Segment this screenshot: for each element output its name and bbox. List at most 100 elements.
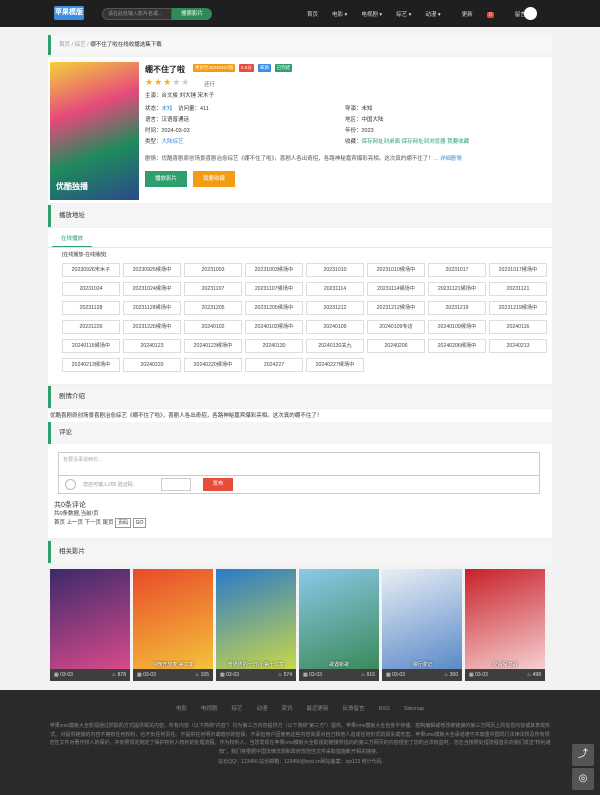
desc-more-link[interactable]: ... 详细剧情	[434, 156, 462, 162]
crumb-category[interactable]: 综艺	[75, 42, 86, 48]
episode-button[interactable]: 20231205候场中	[245, 301, 303, 315]
related-title[interactable]: 歌遇新歌	[299, 661, 379, 668]
nav-tv[interactable]: 电视剧 ▾	[361, 10, 382, 18]
episode-button[interactable]: 20231107候场中	[245, 282, 303, 296]
episode-button[interactable]: 20240220	[123, 358, 181, 372]
nav-anime[interactable]: 动漫 ▾	[425, 10, 440, 18]
related-card[interactable]: ▦ 03-03 ♨ 878	[50, 569, 130, 681]
episode-button[interactable]: 20240123	[123, 339, 181, 353]
rating-stars[interactable]: ★★★★★	[145, 77, 190, 88]
episode-button[interactable]: 20240102候场中	[245, 320, 303, 334]
episode-button[interactable]: 20231219	[428, 301, 486, 315]
footer-link[interactable]: Sitemap	[404, 706, 424, 712]
episode-button[interactable]: 20231226	[62, 320, 120, 334]
related-title[interactable]: 湘行漫记	[382, 661, 462, 668]
episode-button[interactable]: 20240102	[184, 320, 242, 334]
episode-button[interactable]: 20231010候场中	[367, 263, 425, 277]
related-poster[interactable]	[50, 569, 130, 669]
footer-link[interactable]: 电视剧	[201, 706, 218, 712]
smile-icon[interactable]	[65, 479, 76, 490]
related-poster[interactable]	[465, 569, 545, 669]
share-icon[interactable]: ⤴	[572, 744, 594, 766]
episode-button[interactable]: 20240213	[489, 339, 547, 353]
episode-button[interactable]: 20231114候场中	[367, 282, 425, 296]
avatar[interactable]	[524, 7, 537, 20]
footer-link[interactable]: 最近更新	[307, 706, 329, 712]
status-value[interactable]: 未知	[162, 106, 173, 112]
nav-home[interactable]: 首页	[307, 10, 318, 18]
related-title[interactable]: 爱情保卫战	[465, 661, 545, 668]
episode-button[interactable]: 20240220候场中	[184, 358, 242, 372]
related-poster[interactable]	[299, 569, 379, 669]
episode-button[interactable]: 20231121候场中	[428, 282, 486, 296]
related-poster[interactable]	[216, 569, 296, 669]
episode-button[interactable]: 20231003	[184, 263, 242, 277]
episode-button[interactable]: 20240213候场中	[62, 358, 120, 372]
nav-movie[interactable]: 电影 ▾	[332, 10, 347, 18]
episode-button[interactable]: 20230926宋木子	[62, 263, 120, 277]
search-input[interactable]: 请在此处输入影片名或...	[102, 8, 172, 20]
footer-link[interactable]: 电影	[176, 706, 187, 712]
episode-button[interactable]: 20231114	[306, 282, 364, 296]
footer-link[interactable]: 动漫	[256, 706, 267, 712]
episode-button[interactable]: 20240116	[489, 320, 547, 334]
episode-button[interactable]: 20240109专访	[367, 320, 425, 334]
crumb-home[interactable]: 首页	[59, 42, 70, 48]
episode-button[interactable]: 20240206候场中	[428, 339, 486, 353]
episode-button[interactable]: 20231024候场中	[123, 282, 181, 296]
footer-link[interactable]: RSS	[379, 706, 390, 712]
page-input[interactable]: 页码	[115, 518, 132, 528]
episode-button[interactable]: 20231205	[184, 301, 242, 315]
episode-button[interactable]: 20231121	[489, 282, 547, 296]
tab-online[interactable]: 在线播放	[52, 233, 92, 247]
episode-button[interactable]: 20231017	[428, 263, 486, 277]
site-logo[interactable]: 苹果模版	[54, 6, 84, 20]
related-title[interactable]: 普通男的一日行 第十二季	[216, 661, 296, 668]
episode-button[interactable]: 20230926候场中	[123, 263, 181, 277]
episode-button[interactable]: 20231107	[184, 282, 242, 296]
episode-button[interactable]: 20231128候场中	[123, 301, 181, 315]
episode-button[interactable]: 20240206	[367, 339, 425, 353]
wechat-icon[interactable]: ◎	[572, 768, 594, 790]
footer-link[interactable]: 反馈留言	[343, 706, 365, 712]
play-button[interactable]: 播放影片	[145, 171, 187, 187]
episode-button[interactable]: 20240109候场中	[428, 320, 486, 334]
search-button[interactable]: 搜索影片	[172, 8, 212, 20]
submit-button[interactable]: 发布	[203, 478, 233, 491]
episode-button[interactable]: 20231003候场中	[245, 263, 303, 277]
related-card[interactable]: 歌遇新歌 ▦ 03-03 ♨ 916	[299, 569, 379, 681]
episode-button[interactable]: 20240123候场中	[184, 339, 242, 353]
episode-button[interactable]: 20231010	[306, 263, 364, 277]
episode-button[interactable]: 20231212候场中	[367, 301, 425, 315]
episode-button[interactable]: 20231017候场中	[489, 263, 547, 277]
episode-button[interactable]: 20240109	[306, 320, 364, 334]
related-title[interactable]: 今晚开放麦 第二季	[133, 661, 213, 668]
episode-button[interactable]: 20231226候场中	[123, 320, 181, 334]
episode-button[interactable]: 20240130	[245, 339, 303, 353]
related-poster[interactable]	[133, 569, 213, 669]
episode-button[interactable]: 20231128	[62, 301, 120, 315]
pager-links[interactable]: 首页 上一页 下一页 尾页	[54, 520, 114, 526]
poster-image[interactable]: 优酷独播	[50, 62, 139, 200]
comment-textarea[interactable]: 有要没事说两句...	[58, 452, 540, 476]
nav-variety[interactable]: 综艺 ▾	[396, 10, 411, 18]
episode-button[interactable]: 20240130关九	[306, 339, 364, 353]
episode-button[interactable]: 20231024	[62, 282, 120, 296]
episode-button[interactable]: 20240116候场中	[62, 339, 120, 353]
fav-link-collect[interactable]: 我要收藏	[447, 139, 469, 145]
fav-link-browser[interactable]: 保存网址到浏览器	[402, 139, 446, 145]
related-poster[interactable]	[382, 569, 462, 669]
related-card[interactable]: 爱情保卫战 ▦ 03-03 ♨ 498	[465, 569, 545, 681]
captcha-input[interactable]	[161, 478, 191, 491]
fav-link-desktop[interactable]: 保存网址到桌面	[362, 139, 401, 145]
go-button[interactable]: GO	[132, 518, 147, 528]
footer-link[interactable]: 综艺	[231, 706, 242, 712]
nav-update[interactable]: 更新 0	[455, 10, 501, 18]
genre-value[interactable]: 大陆综艺	[162, 139, 184, 145]
related-card[interactable]: 今晚开放麦 第二季 ▦ 03-03 ♨ 105	[133, 569, 213, 681]
related-card[interactable]: 湘行漫记 ▦ 03-03 ♨ 360	[382, 569, 462, 681]
episode-button[interactable]: 20231212	[306, 301, 364, 315]
episode-button[interactable]: 2024227	[245, 358, 303, 372]
episode-button[interactable]: 20231219候场中	[489, 301, 547, 315]
favorite-button[interactable]: 我要收藏	[193, 171, 235, 187]
